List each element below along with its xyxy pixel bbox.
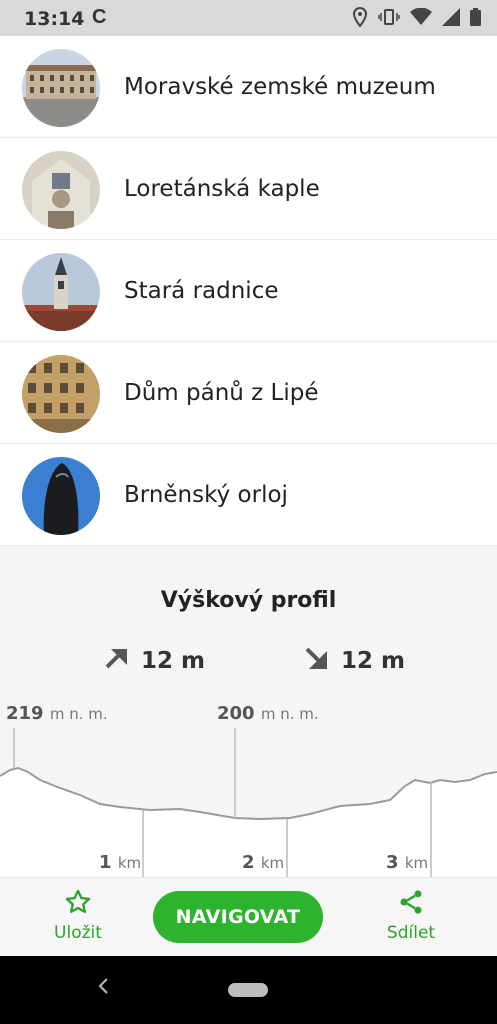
home-pill-icon[interactable]: [228, 983, 268, 997]
elevation-label: 219 m n. m.: [6, 703, 108, 724]
share-label: Sdílet: [386, 923, 436, 943]
museum-thumbnail: [22, 49, 100, 127]
chapel-thumbnail: [22, 151, 100, 229]
km-value: 3: [386, 852, 399, 873]
vibrate-icon: [378, 8, 400, 31]
place-name: Loretánská kaple: [124, 176, 320, 202]
elevation-chart: [0, 728, 497, 877]
clock-thumbnail: [22, 457, 100, 535]
elevation-value: 219: [6, 703, 44, 724]
list-item[interactable]: Brněnský orloj: [0, 444, 497, 546]
elevation-unit: m n. m.: [49, 705, 108, 723]
share-icon: [397, 890, 425, 921]
place-name: Dům pánů z Lipé: [124, 380, 319, 406]
house-thumbnail: [22, 355, 100, 433]
places-list: Moravské zemské muzeum Loretánská kaple: [0, 36, 497, 546]
descent-value: 12 m: [341, 648, 405, 674]
star-icon: [64, 889, 92, 921]
back-icon[interactable]: [96, 976, 110, 1002]
list-item[interactable]: Stará radnice: [0, 240, 497, 342]
km-label: 3 km: [386, 852, 428, 873]
arrow-up-right-icon: [103, 645, 129, 677]
km-unit: km: [404, 854, 429, 872]
location-icon: [352, 6, 368, 32]
elevation-label: 200 m n. m.: [217, 703, 319, 724]
place-name: Moravské zemské muzeum: [124, 74, 436, 100]
arrow-down-right-icon: [303, 645, 329, 677]
app-notification-icon: C: [92, 6, 107, 28]
place-name: Brněnský orloj: [124, 482, 288, 508]
ascent-value: 12 m: [141, 648, 205, 674]
signal-icon: [442, 8, 460, 31]
ascent-stat: 12 m: [103, 645, 205, 677]
wifi-icon: [410, 7, 432, 31]
km-value: 1: [99, 852, 112, 873]
navigate-button[interactable]: NAVIGOVAT: [153, 891, 323, 943]
list-item[interactable]: Moravské zemské muzeum: [0, 36, 497, 138]
km-unit: km: [260, 854, 285, 872]
km-label: 2 km: [242, 852, 284, 873]
elevation-profile-title: Výškový profil: [160, 588, 337, 613]
km-label: 1 km: [99, 852, 141, 873]
bottom-action-bar: Uložit NAVIGOVAT Sdílet: [0, 877, 497, 957]
system-navigation-bar: [0, 956, 497, 1024]
status-bar: 13:14 C: [0, 0, 497, 36]
descent-stat: 12 m: [303, 645, 405, 677]
status-icons: [352, 6, 481, 32]
town-hall-thumbnail: [22, 253, 100, 331]
status-time: 13:14: [24, 8, 85, 30]
km-unit: km: [117, 854, 142, 872]
elevation-unit: m n. m.: [260, 705, 319, 723]
list-item[interactable]: Loretánská kaple: [0, 138, 497, 240]
place-name: Stará radnice: [124, 278, 279, 304]
battery-icon: [470, 8, 481, 31]
save-button[interactable]: Uložit: [48, 888, 108, 943]
km-value: 2: [242, 852, 255, 873]
save-label: Uložit: [54, 923, 102, 943]
list-item[interactable]: Dům pánů z Lipé: [0, 342, 497, 444]
elevation-value: 200: [217, 703, 255, 724]
share-button[interactable]: Sdílet: [378, 888, 444, 943]
